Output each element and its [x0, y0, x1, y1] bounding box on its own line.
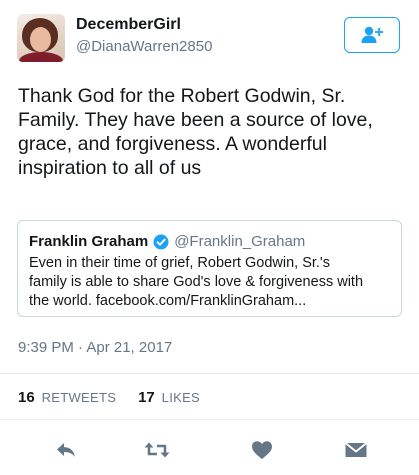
tweet-text-line: Thank God for the Robert Godwin, Sr.	[18, 85, 346, 107]
retweets-stat[interactable]: 16 RETWEETS	[18, 389, 116, 406]
quoted-tweet-card[interactable]: Franklin Graham @Franklin_Graham Even in…	[17, 220, 402, 317]
quoted-author-handle: @Franklin_Graham	[174, 233, 306, 250]
tweet-header: DecemberGirl @DianaWarren2850	[0, 0, 419, 72]
verified-badge-icon	[153, 234, 169, 249]
follow-button[interactable]	[344, 17, 400, 53]
tweet-text-line: grace, and forgiveness. A wonderful	[18, 133, 327, 155]
tweet-timestamp[interactable]: 9:39 PM · Apr 21, 2017	[18, 339, 172, 356]
like-button[interactable]	[248, 436, 276, 464]
quoted-text-line: family is able to share God's love & for…	[29, 274, 364, 290]
avatar[interactable]	[17, 14, 65, 62]
quoted-text-line: the world. facebook.com/FranklinGraham..…	[29, 293, 307, 309]
reply-button[interactable]	[52, 436, 80, 464]
author-handle[interactable]: @DianaWarren2850	[76, 38, 212, 55]
quoted-tweet-header: Franklin Graham @Franklin_Graham	[29, 233, 305, 250]
add-user-icon	[361, 26, 384, 43]
tweet-actions	[0, 430, 419, 470]
retweet-button[interactable]	[143, 436, 171, 464]
envelope-icon	[344, 442, 368, 457]
retweets-count: 16	[18, 389, 35, 406]
tweet-text-line: inspiration to all of us	[18, 157, 202, 179]
avatar-face	[30, 27, 51, 52]
tweet-text-line: Family. They have been a source of love,	[18, 109, 373, 131]
reply-icon	[57, 443, 75, 457]
divider	[0, 373, 419, 374]
author-display-name[interactable]: DecemberGirl	[76, 16, 181, 34]
quoted-tweet-text: Even in their time of grief, Robert Godw…	[29, 254, 401, 311]
retweet-icon	[144, 442, 170, 458]
avatar-shoulders	[19, 52, 63, 62]
divider	[0, 419, 419, 420]
tweet-text: Thank God for the Robert Godwin, Sr. Fam…	[18, 84, 408, 180]
likes-label: LIKES	[161, 390, 201, 405]
direct-message-button[interactable]	[342, 436, 370, 464]
tweet-stats: 16 RETWEETS 17 LIKES	[18, 389, 218, 406]
retweets-label: RETWEETS	[41, 390, 117, 405]
likes-count: 17	[138, 389, 155, 406]
likes-stat[interactable]: 17 LIKES	[138, 389, 200, 406]
quoted-text-line: Even in their time of grief, Robert Godw…	[29, 255, 330, 271]
quoted-author-name: Franklin Graham	[29, 233, 149, 250]
heart-icon	[252, 441, 272, 459]
